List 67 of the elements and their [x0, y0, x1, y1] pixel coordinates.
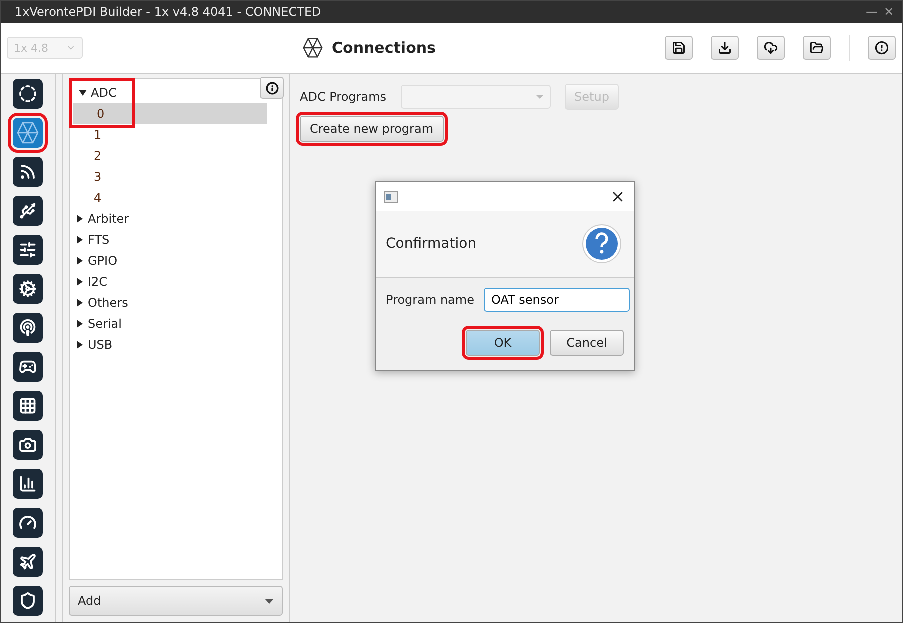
dialog-heading: Confirmation	[386, 236, 477, 252]
folder-button[interactable]	[803, 36, 831, 60]
shield-icon	[19, 592, 37, 610]
caret-icon	[536, 95, 544, 99]
tree-node[interactable]: Others	[70, 292, 282, 313]
window-title: 1xVerontePDI Builder - 1x v4.8 4041 - CONNECTED	[15, 5, 322, 19]
tree-node[interactable]: Arbiter	[70, 208, 282, 229]
field-label: Program name	[386, 293, 474, 307]
tree-item[interactable]: 3	[70, 166, 282, 187]
info-icon	[266, 82, 278, 94]
sidebar-button[interactable]	[13, 391, 43, 421]
sidebar-button[interactable]	[13, 430, 43, 460]
sidebar-button[interactable]	[13, 508, 43, 538]
close-button[interactable]: ✕	[884, 5, 894, 19]
sidebar-button[interactable]	[13, 313, 43, 343]
feed-icon	[19, 163, 37, 181]
save-button[interactable]	[665, 36, 693, 60]
hexagon-icon	[302, 37, 324, 59]
gear-icon	[19, 280, 37, 298]
tree-node[interactable]: USB	[70, 334, 282, 355]
gauge-icon	[19, 514, 37, 532]
sliders-icon	[19, 241, 37, 259]
camera-icon	[19, 436, 37, 454]
sidebar-button[interactable]	[13, 157, 43, 187]
broadcast-icon	[19, 319, 37, 337]
plane-icon	[19, 553, 37, 571]
alert-icon	[875, 41, 889, 55]
cancel-button[interactable]: Cancel	[550, 330, 624, 356]
folder-icon	[810, 41, 824, 55]
usb-icon	[19, 202, 37, 220]
tree-item[interactable]: 1	[70, 124, 282, 145]
programs-label: ADC Programs	[300, 90, 387, 104]
cloud-download-button[interactable]	[757, 36, 785, 60]
tree-node[interactable]: I2C	[70, 271, 282, 292]
caret-icon	[265, 598, 274, 604]
bar-chart-icon	[19, 475, 37, 493]
sidebar-button[interactable]	[13, 79, 43, 109]
sidebar-button[interactable]	[13, 547, 43, 577]
sidebar-button[interactable]	[13, 274, 43, 304]
page-title: Connections	[332, 39, 436, 57]
save-icon	[672, 41, 686, 55]
info-button[interactable]	[260, 77, 284, 99]
sidebar-button[interactable]	[13, 352, 43, 382]
tree-item[interactable]: 0	[73, 103, 267, 124]
program-name-field[interactable]: OAT sensor	[484, 288, 630, 312]
window-icon	[384, 190, 398, 202]
tree-item[interactable]: 2	[70, 145, 282, 166]
tree-node[interactable]: FTS	[70, 229, 282, 250]
sidebar-button[interactable]	[13, 586, 43, 616]
tree-node[interactable]: Serial	[70, 313, 282, 334]
tree-item[interactable]: 4	[70, 187, 282, 208]
power-icon	[19, 85, 37, 103]
download-button[interactable]	[711, 36, 739, 60]
grid-icon	[19, 397, 37, 415]
tree-node[interactable]: ADC	[73, 82, 131, 103]
sidebar-button[interactable]	[13, 196, 43, 226]
question-icon	[582, 224, 622, 264]
gamepad-icon	[19, 358, 37, 376]
sidebar-button[interactable]	[13, 469, 43, 499]
add-select[interactable]: Add	[69, 586, 283, 616]
hexagon-icon	[16, 121, 40, 145]
alert-button[interactable]	[868, 36, 896, 60]
tree-node[interactable]: GPIO	[70, 250, 282, 271]
download-icon	[718, 41, 732, 55]
minimize-button[interactable]: —	[866, 5, 878, 19]
sidebar-button[interactable]	[13, 235, 43, 265]
cloud-download-icon	[764, 41, 778, 55]
